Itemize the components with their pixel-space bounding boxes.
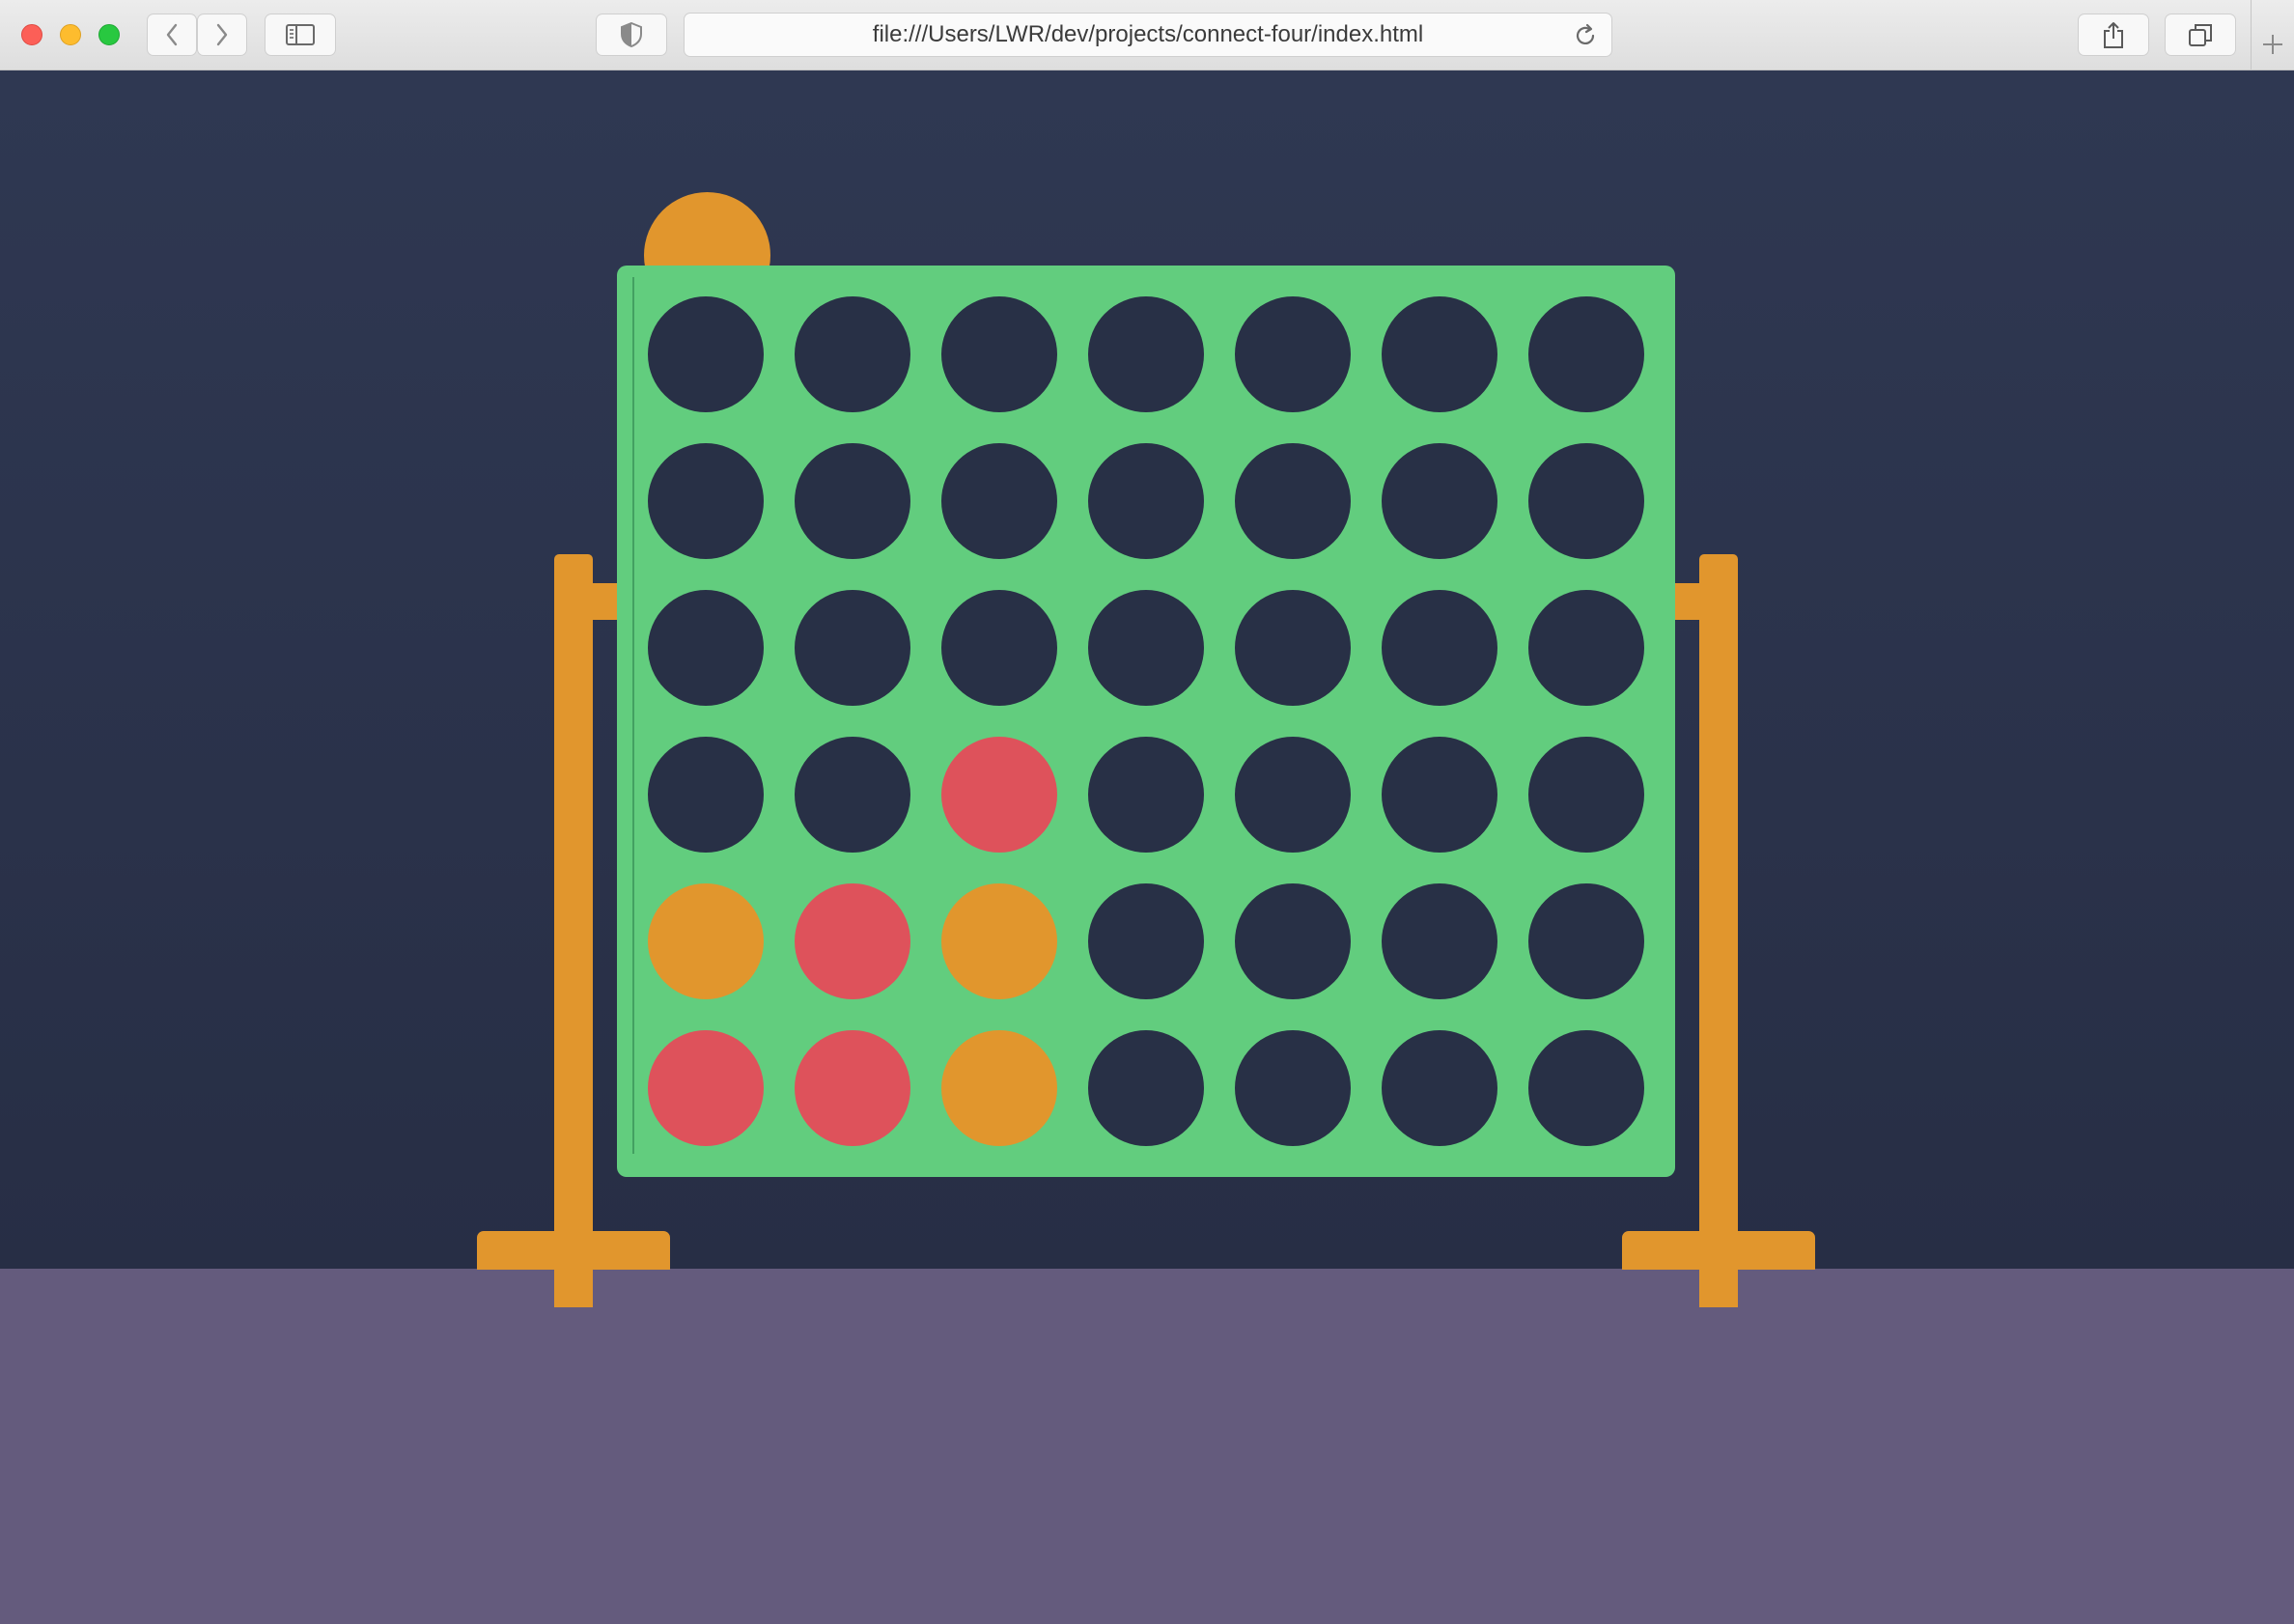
empty-slot[interactable] (1235, 443, 1351, 559)
empty-slot[interactable] (941, 590, 1057, 706)
game-board[interactable] (617, 266, 1675, 1177)
yellow-piece[interactable] (941, 1030, 1057, 1146)
empty-slot[interactable] (1528, 443, 1644, 559)
empty-slot[interactable] (1528, 1030, 1644, 1146)
empty-slot[interactable] (1235, 737, 1351, 853)
empty-slot[interactable] (1088, 883, 1204, 999)
back-button[interactable] (147, 14, 197, 56)
privacy-report-button[interactable] (596, 14, 667, 56)
floor (0, 1269, 2294, 1624)
sidebar-button[interactable] (265, 14, 336, 56)
right-stand-arm (1672, 583, 1701, 620)
empty-slot[interactable] (1528, 590, 1644, 706)
empty-slot[interactable] (1528, 883, 1644, 999)
empty-slot[interactable] (1235, 1030, 1351, 1146)
empty-slot[interactable] (1382, 883, 1497, 999)
share-button[interactable] (2078, 14, 2149, 56)
empty-slot[interactable] (1528, 737, 1644, 853)
browser-toolbar: file:///Users/LWR/dev/projects/connect-f… (0, 0, 2294, 70)
empty-slot[interactable] (1088, 296, 1204, 412)
empty-slot[interactable] (1088, 443, 1204, 559)
forward-icon (216, 23, 228, 46)
board-edge (632, 277, 634, 1154)
empty-slot[interactable] (1235, 883, 1351, 999)
minimize-window-icon[interactable] (60, 24, 81, 45)
tabs-icon (2189, 24, 2212, 46)
empty-slot[interactable] (1235, 296, 1351, 412)
reload-icon[interactable] (1573, 23, 1598, 48)
empty-slot[interactable] (1382, 443, 1497, 559)
empty-slot[interactable] (795, 737, 910, 853)
empty-slot[interactable] (648, 443, 764, 559)
new-tab-button[interactable] (2251, 0, 2294, 70)
empty-slot[interactable] (1088, 1030, 1204, 1146)
sidebar-icon (286, 24, 315, 45)
empty-slot[interactable] (1382, 737, 1497, 853)
close-window-icon[interactable] (21, 24, 42, 45)
empty-slot[interactable] (648, 737, 764, 853)
empty-slot[interactable] (795, 590, 910, 706)
left-stand-arm (591, 583, 620, 620)
red-piece[interactable] (795, 1030, 910, 1146)
red-piece[interactable] (648, 1030, 764, 1146)
shield-icon (621, 22, 642, 47)
yellow-piece[interactable] (941, 883, 1057, 999)
empty-slot[interactable] (795, 296, 910, 412)
new-tab-icon (2263, 35, 2282, 54)
empty-slot[interactable] (1235, 590, 1351, 706)
empty-slot[interactable] (1382, 296, 1497, 412)
empty-slot[interactable] (941, 296, 1057, 412)
left-stand-post (554, 554, 593, 1307)
right-stand-foot (1622, 1231, 1815, 1270)
empty-slot[interactable] (795, 443, 910, 559)
maximize-window-icon[interactable] (98, 24, 120, 45)
forward-button[interactable] (197, 14, 247, 56)
empty-slot[interactable] (1382, 590, 1497, 706)
empty-slot[interactable] (1382, 1030, 1497, 1146)
share-icon (2104, 22, 2123, 48)
address-bar[interactable]: file:///Users/LWR/dev/projects/connect-f… (684, 13, 1612, 57)
red-piece[interactable] (795, 883, 910, 999)
empty-slot[interactable] (1528, 296, 1644, 412)
right-stand-post (1699, 554, 1738, 1307)
empty-slot[interactable] (1088, 590, 1204, 706)
yellow-piece[interactable] (648, 883, 764, 999)
empty-slot[interactable] (941, 443, 1057, 559)
empty-slot[interactable] (648, 590, 764, 706)
red-piece[interactable] (941, 737, 1057, 853)
empty-slot[interactable] (648, 296, 764, 412)
back-icon (166, 23, 178, 46)
game-scene (0, 70, 2294, 1624)
url-text: file:///Users/LWR/dev/projects/connect-f… (872, 21, 1424, 47)
empty-slot[interactable] (1088, 737, 1204, 853)
tab-overview-button[interactable] (2165, 14, 2236, 56)
left-stand-foot (477, 1231, 670, 1270)
